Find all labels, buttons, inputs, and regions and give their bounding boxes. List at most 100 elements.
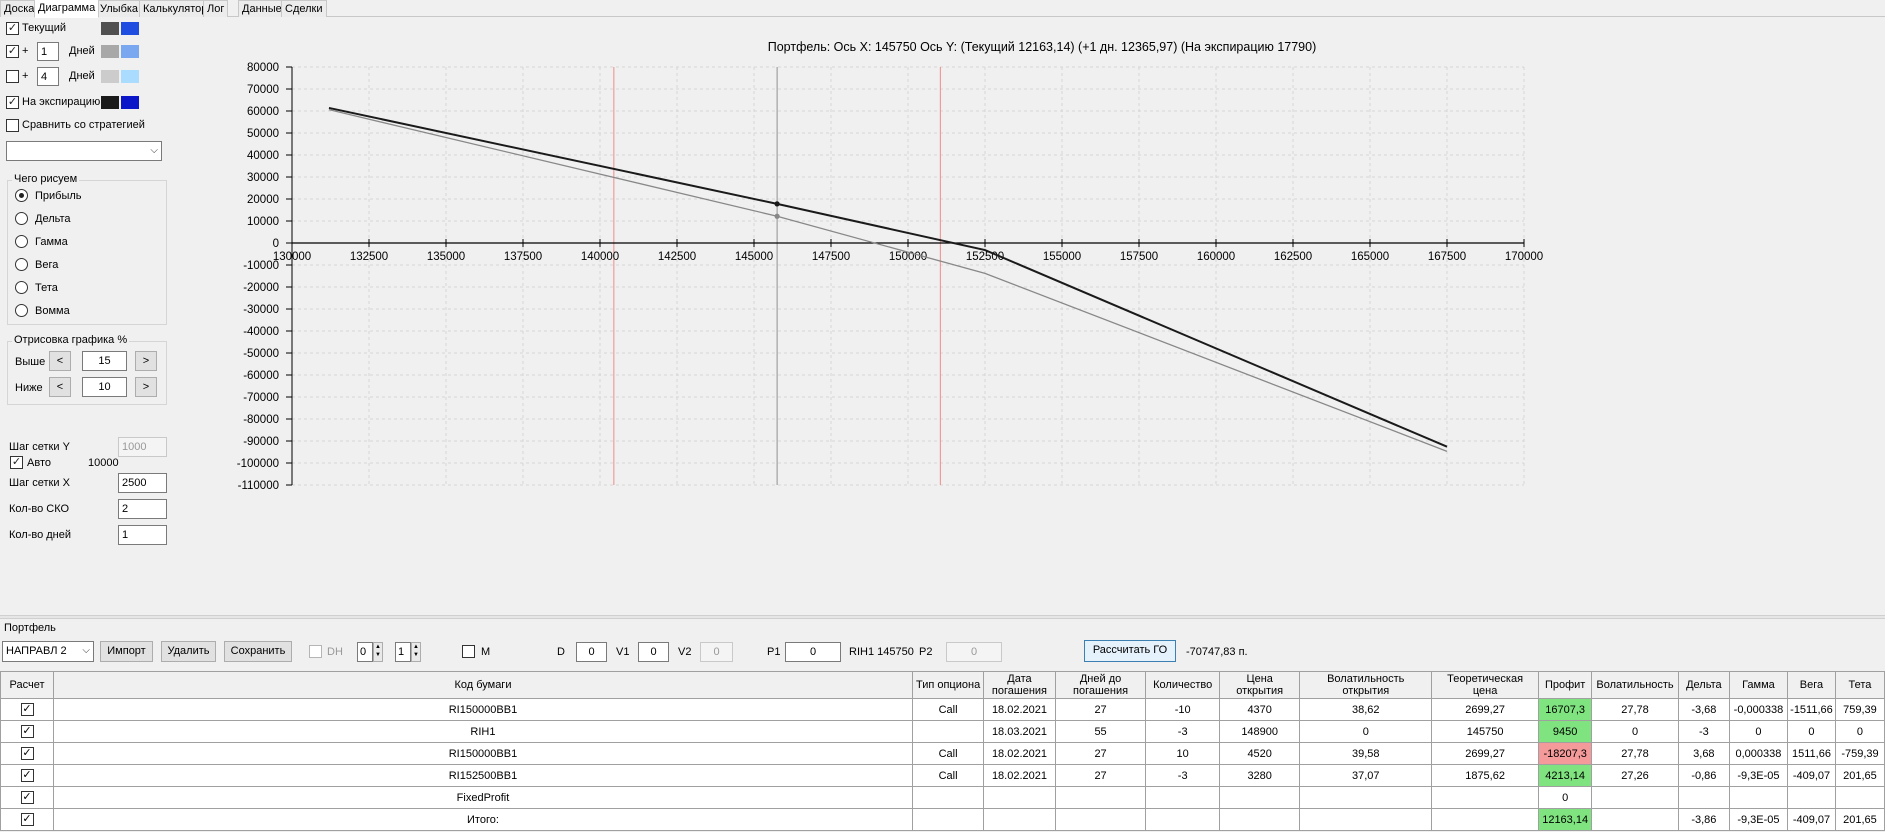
cell-quantity[interactable] <box>1145 808 1220 831</box>
cell-open-volatility[interactable]: 39,58 <box>1299 742 1433 765</box>
cell-delta[interactable]: -3,86 <box>1677 808 1730 831</box>
cell-open-volatility[interactable]: 38,62 <box>1299 698 1433 721</box>
m-checkbox[interactable] <box>462 645 475 658</box>
col-delta[interactable]: Дельта <box>1677 671 1730 699</box>
v1-input[interactable]: 0 <box>638 642 669 662</box>
cell-days-to-expiry[interactable] <box>1054 808 1147 831</box>
cell-option-type[interactable]: Call <box>911 764 985 787</box>
cell-theta[interactable]: 201,65 <box>1834 764 1885 787</box>
cell-profit[interactable]: 9450 <box>1538 720 1593 743</box>
cell-volatility[interactable]: 0 <box>1591 720 1679 743</box>
tab-calculator[interactable]: Калькулятор <box>139 0 212 17</box>
cell-days-to-expiry[interactable]: 27 <box>1054 764 1147 787</box>
col-code[interactable]: Код бумаги <box>53 671 913 699</box>
col-open-volatility[interactable]: Волатильность открытия <box>1299 671 1433 699</box>
cell-delta[interactable]: -3 <box>1677 720 1730 743</box>
dh-spin-1-arrows[interactable]: ▲ ▼ <box>373 642 383 662</box>
cell-theta[interactable]: 201,65 <box>1834 808 1885 831</box>
cell-open-price[interactable] <box>1218 808 1301 831</box>
cell-vega[interactable] <box>1787 786 1836 809</box>
cell-option-type[interactable] <box>911 786 985 809</box>
col-vega[interactable]: Вега <box>1787 671 1836 699</box>
cell-profit[interactable]: 4213,14 <box>1538 764 1593 787</box>
cell-gamma[interactable]: -9,3E-05 <box>1728 764 1789 787</box>
cell-open-volatility[interactable] <box>1299 808 1433 831</box>
cell-gamma[interactable]: -0,000338 <box>1728 698 1789 721</box>
cell-code[interactable]: FixedProfit <box>53 786 913 809</box>
tab-board[interactable]: Доска <box>0 0 39 17</box>
tab-log[interactable]: Лог <box>203 0 229 17</box>
dh-spin-1-input[interactable]: 0 <box>357 642 373 662</box>
cell-open-volatility[interactable]: 0 <box>1299 720 1433 743</box>
cell-delta[interactable]: -0,86 <box>1677 764 1730 787</box>
row-calc-cell[interactable]: ✓ <box>0 698 55 721</box>
col-expiry-date[interactable]: Дата погашения <box>983 671 1056 699</box>
col-quantity[interactable]: Количество <box>1145 671 1220 699</box>
cell-theoretical-price[interactable] <box>1431 808 1540 831</box>
cell-days-to-expiry[interactable]: 27 <box>1054 742 1147 765</box>
tab-deals[interactable]: Сделки <box>281 0 327 17</box>
cell-vega[interactable]: 1511,66 <box>1787 742 1836 765</box>
portfolio-combo[interactable]: НАПРАВЛ 2 ⌵ <box>2 641 94 662</box>
cell-option-type[interactable] <box>911 720 985 743</box>
cell-quantity[interactable]: -10 <box>1145 698 1220 721</box>
table-row[interactable]: ✓ FixedProfit 0 <box>0 786 1885 809</box>
cell-open-volatility[interactable] <box>1299 786 1433 809</box>
col-profit[interactable]: Профит <box>1538 671 1593 699</box>
row-calc-checkbox[interactable]: ✓ <box>20 703 34 716</box>
col-volatility[interactable]: Волатильность <box>1591 671 1679 699</box>
cell-theta[interactable]: -759,39 <box>1834 742 1885 765</box>
save-button[interactable]: Сохранить <box>224 641 292 662</box>
cell-gamma[interactable]: -9,3E-05 <box>1728 808 1789 831</box>
cell-days-to-expiry[interactable] <box>1054 786 1147 809</box>
cell-open-price[interactable]: 4370 <box>1218 698 1301 721</box>
row-calc-checkbox[interactable]: ✓ <box>20 747 34 760</box>
row-calc-checkbox[interactable]: ✓ <box>20 769 34 782</box>
cell-quantity[interactable]: 10 <box>1145 742 1220 765</box>
cell-option-type[interactable]: Call <box>911 742 985 765</box>
cell-delta[interactable] <box>1677 786 1730 809</box>
cell-delta[interactable]: -3,68 <box>1677 698 1730 721</box>
table-row[interactable]: ✓ RI152500BB1 Call 18.02.2021 27 -3 3280 37,07 1… <box>0 764 1885 787</box>
cell-expiry-date[interactable] <box>983 808 1056 831</box>
cell-volatility[interactable]: 27,78 <box>1591 698 1679 721</box>
cell-days-to-expiry[interactable]: 55 <box>1054 720 1147 743</box>
cell-profit[interactable]: 12163,14 <box>1538 808 1593 831</box>
row-calc-cell[interactable]: ✓ <box>0 786 55 809</box>
cell-volatility[interactable] <box>1591 786 1679 809</box>
cell-volatility[interactable] <box>1591 808 1679 831</box>
col-theta[interactable]: Тета <box>1834 671 1885 699</box>
cell-code[interactable]: RI150000BB1 <box>53 742 913 765</box>
p2-input[interactable]: 0 <box>946 642 1002 662</box>
cell-volatility[interactable]: 27,78 <box>1591 742 1679 765</box>
tab-smile[interactable]: Улыбка <box>96 0 143 17</box>
cell-theta[interactable]: 0 <box>1834 720 1885 743</box>
cell-vega[interactable]: -409,07 <box>1787 808 1836 831</box>
cell-profit[interactable]: 0 <box>1538 786 1593 809</box>
cell-expiry-date[interactable]: 18.02.2021 <box>983 698 1056 721</box>
cell-open-volatility[interactable]: 37,07 <box>1299 764 1433 787</box>
delete-button[interactable]: Удалить <box>161 641 216 662</box>
cell-code[interactable]: Итого: <box>53 808 913 831</box>
cell-theta[interactable] <box>1834 786 1885 809</box>
cell-gamma[interactable] <box>1728 786 1789 809</box>
dh-spin-2-arrows[interactable]: ▲ ▼ <box>411 642 421 662</box>
cell-theoretical-price[interactable] <box>1431 786 1540 809</box>
col-gamma[interactable]: Гамма <box>1728 671 1789 699</box>
cell-vega[interactable]: -409,07 <box>1787 764 1836 787</box>
cell-theta[interactable]: 759,39 <box>1834 698 1885 721</box>
row-calc-cell[interactable]: ✓ <box>0 720 55 743</box>
cell-expiry-date[interactable]: 18.02.2021 <box>983 764 1056 787</box>
cell-delta[interactable]: 3,68 <box>1677 742 1730 765</box>
p1-input[interactable]: 0 <box>785 642 841 662</box>
cell-volatility[interactable]: 27,26 <box>1591 764 1679 787</box>
v2-input[interactable]: 0 <box>700 642 733 662</box>
row-calc-checkbox[interactable]: ✓ <box>20 791 34 804</box>
dh-checkbox[interactable] <box>309 645 322 658</box>
cell-gamma[interactable]: 0,000338 <box>1728 742 1789 765</box>
dh-spin-2-input[interactable]: 1 <box>395 642 411 662</box>
col-calc[interactable]: Расчет <box>0 671 55 699</box>
cell-theoretical-price[interactable]: 1875,62 <box>1431 764 1540 787</box>
tab-diagram[interactable]: Диаграмма <box>34 0 100 18</box>
cell-quantity[interactable]: -3 <box>1145 764 1220 787</box>
